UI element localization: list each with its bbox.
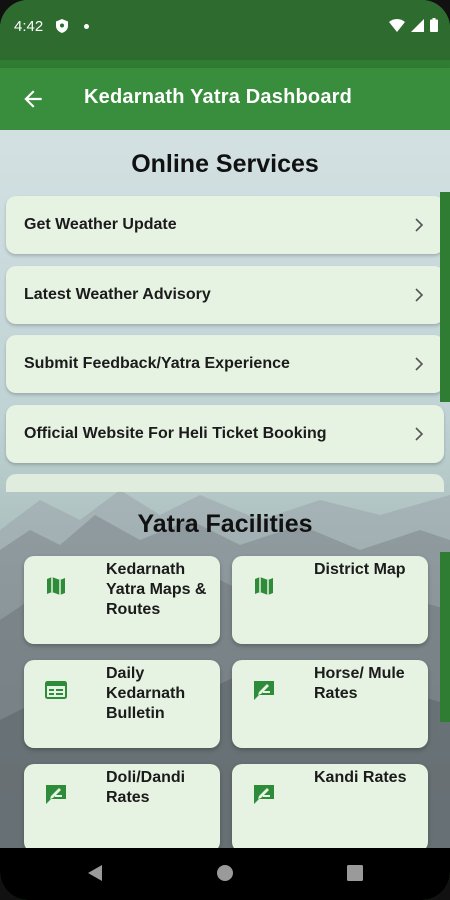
back-arrow-icon[interactable]	[20, 86, 46, 112]
system-icons	[389, 18, 438, 32]
status-time: 4:42	[14, 18, 44, 35]
dashboard-content[interactable]: Online Services Get Weather Update Lates…	[0, 130, 450, 848]
facility-label: District Map	[314, 561, 406, 578]
service-get-weather-update[interactable]: Get Weather Update	[6, 196, 444, 254]
app-bar: Kedarnath Yatra Dashboard	[0, 68, 450, 130]
facility-district-map[interactable]: District Map	[232, 556, 428, 644]
chevron-right-icon	[415, 427, 424, 441]
service-label: Latest Weather Advisory	[24, 286, 211, 303]
facility-label: Kandi Rates	[314, 769, 407, 786]
facilities-scrollbar[interactable]	[440, 552, 450, 722]
facility-horse-mule-rates[interactable]: Horse/ Mule Rates	[232, 660, 428, 748]
wifi-icon	[389, 18, 405, 32]
notification-dot	[84, 24, 89, 29]
chevron-right-icon	[415, 357, 424, 371]
services-scrollbar[interactable]	[440, 192, 450, 402]
yatra-facilities-heading: Yatra Facilities	[137, 510, 313, 538]
battery-icon	[430, 18, 438, 32]
facility-kandi-rates[interactable]: Kandi Rates	[232, 764, 428, 848]
bulletin-icon	[45, 681, 67, 699]
facility-label: Doli/Dandi Rates	[106, 769, 186, 806]
rates-icon	[254, 785, 274, 804]
rates-icon	[46, 785, 66, 804]
page-title: Kedarnath Yatra Dashboard	[84, 86, 353, 108]
signal-icon	[411, 18, 424, 32]
status-bar: 4:42	[0, 0, 450, 60]
service-label: Official Website For Heli Ticket Booking	[24, 425, 327, 442]
facility-label: Daily Kedarnath Bulletin	[106, 665, 186, 722]
shield-icon	[56, 19, 68, 33]
chevron-right-icon	[415, 288, 424, 302]
nav-home-icon[interactable]	[216, 864, 234, 882]
map-icon	[47, 577, 65, 595]
online-services-heading: Online Services	[131, 150, 319, 178]
service-item-partial[interactable]	[6, 474, 444, 492]
rates-icon	[254, 681, 274, 700]
service-latest-weather-advisory[interactable]: Latest Weather Advisory	[6, 266, 444, 324]
service-heli-ticket-booking[interactable]: Official Website For Heli Ticket Booking	[6, 405, 444, 463]
phone-screen: 4:42 Kedarnath Yatra Dashboard Online Se…	[0, 0, 450, 900]
service-submit-feedback[interactable]: Submit Feedback/Yatra Experience	[6, 335, 444, 393]
nav-back-icon[interactable]	[86, 864, 104, 882]
chevron-right-icon	[415, 218, 424, 232]
facility-label: Horse/ Mule Rates	[314, 665, 405, 702]
facility-label: Kedarnath Yatra Maps & Routes	[106, 561, 207, 618]
service-label: Get Weather Update	[24, 216, 177, 233]
facility-maps-routes[interactable]: Kedarnath Yatra Maps & Routes	[24, 556, 220, 644]
map-icon	[255, 577, 273, 595]
facility-daily-bulletin[interactable]: Daily Kedarnath Bulletin	[24, 660, 220, 748]
nav-recents-icon[interactable]	[346, 864, 364, 882]
system-navigation-bar	[0, 848, 450, 900]
service-label: Submit Feedback/Yatra Experience	[24, 355, 290, 372]
facility-doli-dandi-rates[interactable]: Doli/Dandi Rates	[24, 764, 220, 848]
